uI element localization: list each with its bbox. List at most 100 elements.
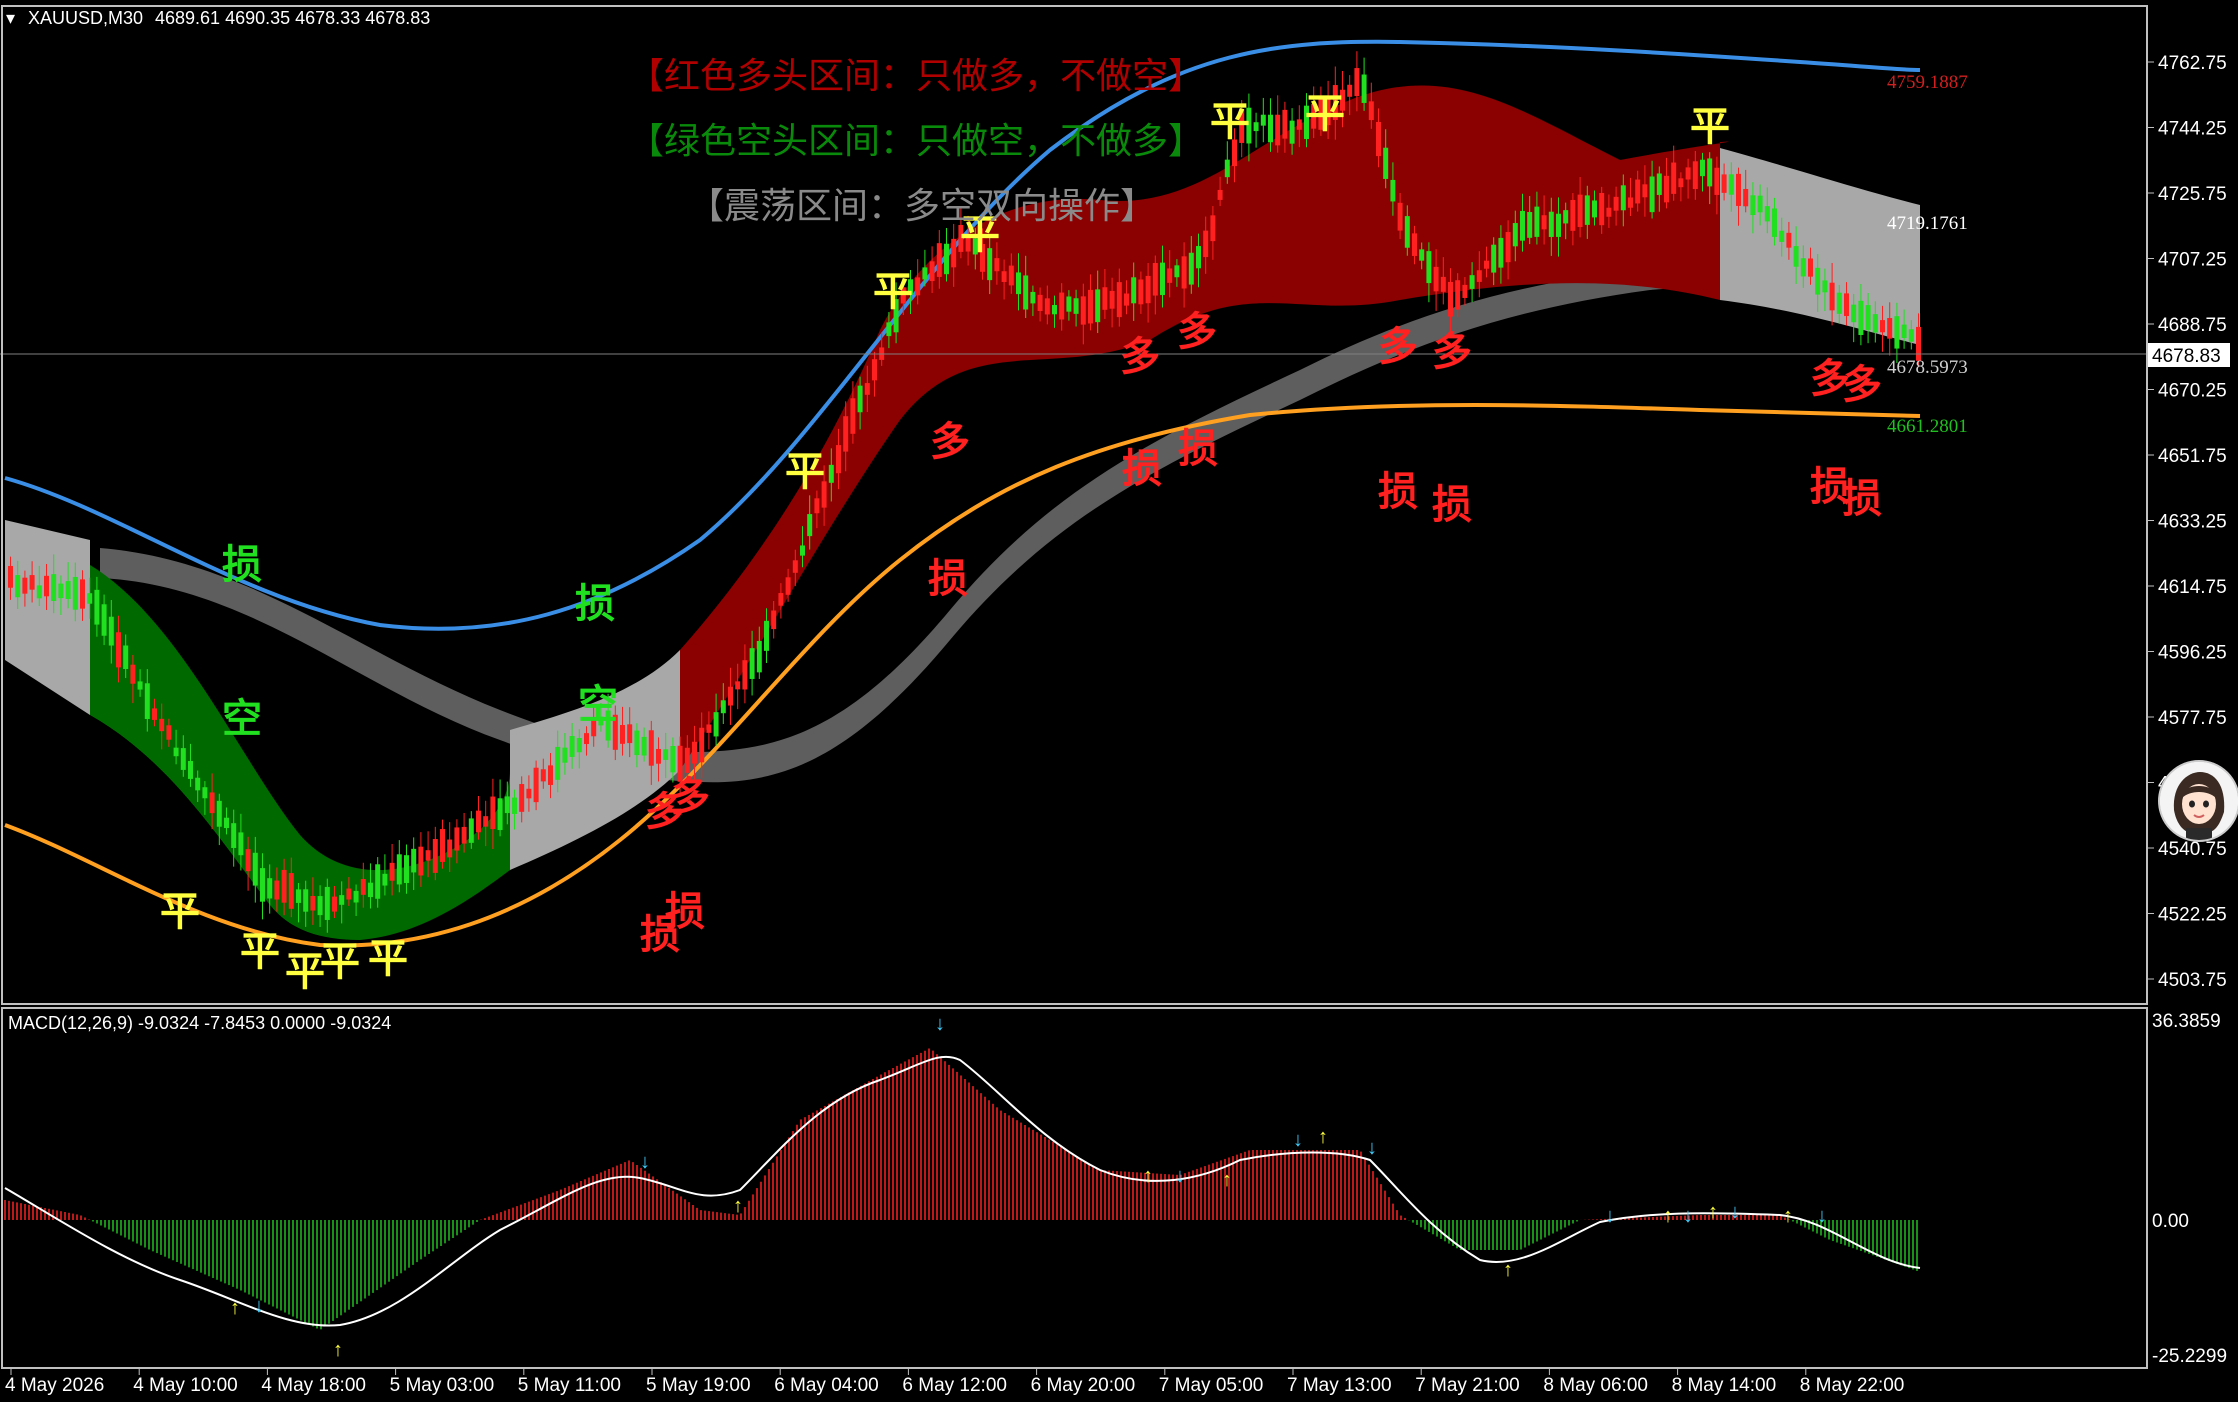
price-tick-label: 4540.75: [2158, 839, 2227, 860]
candle-body: [1052, 304, 1057, 315]
signal-short: 空: [578, 683, 618, 727]
time-tick-label: 4 May 2026: [5, 1375, 104, 1396]
candle-body: [1404, 216, 1410, 248]
candle-body: [87, 593, 93, 604]
down-arrow-icon: ↓: [254, 1295, 264, 1317]
candle-body: [1289, 120, 1295, 144]
candle-body: [1491, 244, 1497, 273]
candle-body: [1872, 314, 1878, 333]
candle-body: [274, 880, 280, 900]
down-arrow-icon: ↓: [1175, 1165, 1185, 1187]
candle-body: [425, 850, 431, 861]
candle-body: [526, 788, 532, 799]
candle-body: [1808, 258, 1813, 277]
signal-flat: 平: [1210, 100, 1250, 144]
candle-body: [281, 869, 287, 903]
candle-body: [332, 896, 337, 912]
candle-body: [209, 792, 215, 814]
price-tick-label: 4688.75: [2158, 315, 2227, 336]
candle-body: [1138, 279, 1144, 305]
price-axis[interactable]: 4762.75 4744.25 4725.75 4707.25 4688.75 4670.…: [2147, 53, 2227, 991]
user-avatar[interactable]: [2158, 760, 2238, 842]
time-tick-label: 6 May 20:00: [1031, 1375, 1136, 1396]
signal-long: 多: [1120, 335, 1160, 379]
bottom-band-value: 4661.2801: [1887, 416, 1968, 437]
price-tick-label: 4596.25: [2158, 643, 2227, 664]
candle-body: [692, 741, 697, 764]
middle-band-value: 4719.1761: [1887, 213, 1968, 234]
time-tick-label: 5 May 19:00: [646, 1375, 751, 1396]
candle-body: [65, 581, 71, 599]
current-price-tag: 4678.83: [2148, 343, 2230, 367]
candle-body: [468, 818, 474, 843]
candle-body: [101, 604, 107, 636]
signal-flat: 平: [873, 270, 913, 314]
time-tick-label: 4 May 18:00: [261, 1375, 366, 1396]
candle-body: [1851, 304, 1857, 323]
candle-body: [634, 730, 640, 756]
time-tick-label: 4 May 10:00: [133, 1375, 238, 1396]
trading-chart[interactable]: 平 平 平 平 平 平 平 平 平 平 平 空 空 损 损 多 多 多 多 多 …: [0, 0, 2238, 1402]
candle-body: [173, 747, 179, 757]
candle-body: [180, 748, 186, 770]
candle-body: [828, 464, 834, 483]
candle-body: [188, 760, 193, 779]
candle-body: [476, 810, 481, 833]
signal-flat: 平: [285, 950, 325, 994]
candle-body: [1685, 167, 1691, 180]
up-arrow-icon: ↑: [1143, 1165, 1153, 1187]
candle-body: [288, 873, 294, 909]
candle-body: [404, 855, 409, 884]
candle-body: [368, 882, 373, 898]
candle-body: [1707, 158, 1713, 187]
candle-body: [1570, 199, 1576, 231]
candle-body: [807, 514, 813, 537]
candle-body: [1541, 215, 1547, 230]
candle-body: [1498, 237, 1504, 268]
candle-body: [1829, 282, 1835, 311]
signal-stop: 损: [1122, 447, 1162, 491]
candle-body: [1023, 275, 1029, 310]
candle-body: [1556, 213, 1561, 237]
candle-body: [1815, 267, 1821, 295]
candle-body: [569, 736, 575, 757]
candle-body: [620, 725, 625, 744]
signal-flat: 平: [1305, 92, 1345, 136]
candle-body: [756, 640, 762, 673]
candle-body: [886, 322, 892, 337]
price-tick-label: 4633.25: [2158, 512, 2227, 533]
candle-body: [843, 416, 849, 452]
candle-body: [1793, 246, 1799, 267]
upper-band-value: 4759.1887: [1887, 72, 1968, 93]
candle-body: [1095, 289, 1101, 323]
candle-body: [1599, 192, 1605, 226]
candle-body: [353, 890, 359, 903]
candle-body: [1044, 298, 1050, 315]
candle-body: [245, 849, 251, 872]
candle-body: [1613, 196, 1619, 211]
candle-body: [1174, 265, 1180, 278]
price-tick-label: 4651.75: [2158, 446, 2227, 467]
candle-body: [944, 243, 949, 275]
candle-body: [1649, 176, 1655, 213]
candle-body: [1376, 121, 1381, 157]
candle-body: [1757, 195, 1763, 213]
candle-body: [627, 724, 633, 744]
candle-body: [15, 575, 21, 598]
candle-body: [44, 575, 49, 597]
candle-body: [1772, 208, 1777, 237]
candle-body: [216, 800, 222, 827]
candle-body: [1181, 256, 1187, 289]
candle-body: [152, 708, 157, 720]
candle-body: [706, 724, 712, 733]
up-arrow-icon: ↑: [1503, 1259, 1513, 1281]
candle-body: [22, 577, 28, 594]
candle-body: [144, 683, 150, 720]
candle-body: [1030, 291, 1036, 304]
candle-body: [548, 765, 553, 785]
macd-axis-bottom: -25.2299: [2152, 1346, 2227, 1367]
price-tick-label: 4577.75: [2158, 708, 2227, 729]
macd-axis-top: 36.3859: [2152, 1011, 2221, 1032]
candle-body: [1080, 296, 1086, 325]
candle-body: [58, 583, 64, 599]
